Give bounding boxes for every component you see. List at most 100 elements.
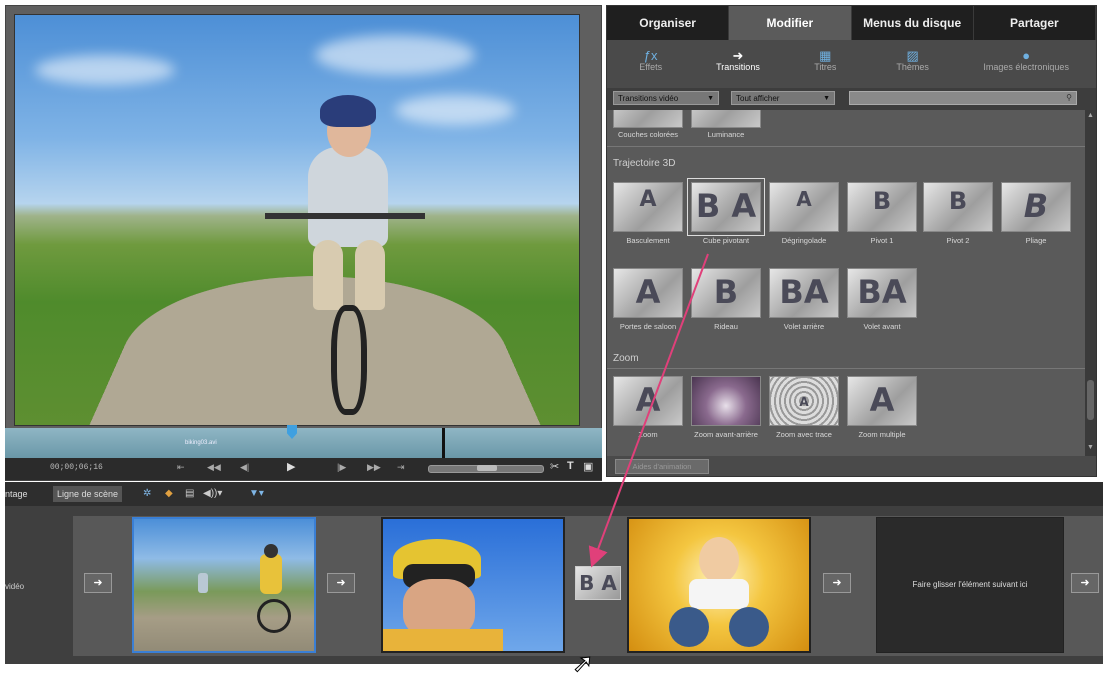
- scrollbar-thumb[interactable]: [1087, 380, 1094, 420]
- panel-footer: Aides d'animation: [607, 456, 1096, 476]
- subtab-titres[interactable]: ▦ Titres: [782, 40, 869, 88]
- transition-thumb[interactable]: [613, 110, 683, 128]
- transition-label: Zoom: [638, 430, 658, 439]
- clip-end-marker[interactable]: [442, 428, 445, 458]
- playhead-marker[interactable]: [287, 425, 297, 439]
- transition-thumb[interactable]: [691, 110, 761, 128]
- transition-label: Pivot 1: [870, 236, 894, 245]
- transition-thumb-volet-arriere[interactable]: BA: [769, 268, 839, 318]
- clip-girl[interactable]: [627, 517, 811, 653]
- subtab-label: Titres: [814, 62, 837, 72]
- transitions-icon: ➜: [732, 48, 744, 63]
- task-tabs: Organiser Modifier Menus du disque Parta…: [607, 6, 1096, 40]
- add-transition-button[interactable]: ➜: [84, 573, 112, 593]
- transition-label: Zoom avant-arrière: [694, 430, 758, 439]
- show-dropdown[interactable]: Tout afficher ▼: [731, 91, 835, 105]
- tab-partager[interactable]: Partager: [973, 6, 1096, 40]
- storyboard-toolbar: ntage Ligne de scène ✲ ◆ ▤ ◀))▾ ▼▾: [5, 482, 1103, 506]
- transition-thumb-rideau[interactable]: B: [691, 268, 761, 318]
- shuttle-slider[interactable]: [428, 465, 544, 473]
- play-icon[interactable]: ▶: [287, 460, 295, 473]
- themes-icon: ▨: [906, 48, 919, 63]
- tab-organiser[interactable]: Organiser: [607, 6, 730, 40]
- transition-thumb-portes-de-saloon[interactable]: A: [613, 268, 683, 318]
- clip-helmet-boy[interactable]: [381, 517, 565, 653]
- subtab-transitions[interactable]: ➜ Transitions: [694, 40, 781, 88]
- subtab-label: Effets: [639, 62, 663, 72]
- tab-ligne-de-scene[interactable]: Ligne de scène: [53, 486, 123, 502]
- scroll-up-icon[interactable]: ▲: [1087, 112, 1094, 119]
- subtab-label: Transitions: [716, 62, 760, 72]
- video-preview[interactable]: [14, 14, 580, 426]
- transition-label: Cube pivotant: [702, 236, 750, 245]
- drop-zone[interactable]: Faire glisser l'élément suivant ici: [876, 517, 1064, 653]
- filter-bar: Transitions vidéo ▼ Tout afficher ▼ ⚲: [607, 88, 1096, 110]
- tab-montage[interactable]: ntage: [1, 486, 32, 502]
- transition-thumb-degringolade[interactable]: A: [769, 182, 839, 232]
- subtab-themes[interactable]: ▨ Thèmes: [869, 40, 956, 88]
- search-icon: ⚲: [1066, 93, 1072, 102]
- rewind-icon[interactable]: ◀◀: [207, 462, 221, 473]
- transition-thumb-volet-avant[interactable]: BA: [847, 268, 917, 318]
- section-title: Zoom: [613, 353, 639, 364]
- transition-thumb-pivot-2[interactable]: B: [923, 182, 993, 232]
- fast-forward-icon[interactable]: ▶▶: [367, 462, 381, 473]
- go-to-end-icon[interactable]: ⇥: [397, 462, 405, 473]
- tab-menus-du-disque[interactable]: Menus du disque: [851, 6, 974, 40]
- tab-modifier[interactable]: Modifier: [729, 6, 852, 40]
- transition-thumb-zoom-avec-trace[interactable]: A: [769, 376, 839, 426]
- clip-biking[interactable]: [132, 517, 316, 653]
- transition-label: Dégringolade: [781, 236, 827, 245]
- transition-label: Basculement: [626, 236, 670, 245]
- subtab-images-electroniques[interactable]: ● Images électroniques: [956, 40, 1096, 88]
- add-transition-button[interactable]: ➜: [1071, 573, 1099, 593]
- transition-thumb-pliage[interactable]: B: [1001, 182, 1071, 232]
- smart-mix-icon[interactable]: ◆: [165, 488, 173, 499]
- transition-thumb-basculement[interactable]: A: [613, 182, 683, 232]
- transition-thumb-cube-pivotant[interactable]: B A: [687, 178, 765, 236]
- scroll-down-icon[interactable]: ▼: [1087, 444, 1094, 451]
- transition-label: Volet arrière: [783, 322, 825, 331]
- transition-label: Zoom multiple: [858, 430, 906, 439]
- step-forward-icon[interactable]: |▶: [337, 462, 346, 473]
- list-view-icon[interactable]: ▤: [185, 488, 194, 499]
- mouse-cursor-icon: ➚: [572, 648, 595, 679]
- gallery-scrollbar[interactable]: ▲ ▼: [1085, 110, 1096, 456]
- freeze-frame-icon[interactable]: ▣: [583, 460, 593, 473]
- transition-thumb-pivot-1[interactable]: B: [847, 182, 917, 232]
- marker-icon[interactable]: ▼▾: [249, 488, 264, 499]
- transition-label: Pliage: [1025, 236, 1047, 245]
- transition-label: Zoom avec trace: [776, 430, 832, 439]
- subtab-effets[interactable]: ƒx Effets: [607, 40, 694, 88]
- monitor-panel: [5, 5, 602, 481]
- transition-label: Couches colorées: [617, 130, 679, 139]
- transition-thumb-zoom[interactable]: A: [613, 376, 683, 426]
- effects-icon: ƒx: [643, 48, 658, 63]
- edit-subtabs: ƒx Effets ➜ Transitions ▦ Titres ▨ Thème…: [607, 40, 1096, 88]
- search-input[interactable]: ⚲: [849, 91, 1077, 105]
- split-clip-icon[interactable]: ✂: [550, 460, 559, 473]
- section-title: Trajectoire 3D: [613, 158, 676, 169]
- category-dropdown[interactable]: Transitions vidéo ▼: [613, 91, 719, 105]
- add-transition-button[interactable]: ➜: [327, 573, 355, 593]
- cube-transition-on-timeline[interactable]: B A: [575, 566, 621, 600]
- task-panel: Organiser Modifier Menus du disque Parta…: [606, 5, 1097, 477]
- titles-icon: ▦: [819, 48, 832, 63]
- add-transition-button[interactable]: ➜: [823, 573, 851, 593]
- audio-icon[interactable]: ◀))▾: [203, 488, 222, 499]
- chevron-down-icon: ▼: [823, 95, 830, 102]
- animation-helper-button[interactable]: Aides d'animation: [615, 459, 709, 474]
- smart-fix-icon[interactable]: ✲: [143, 488, 151, 499]
- transition-thumb-zoom-avant-arriere[interactable]: A: [691, 376, 761, 426]
- step-back-icon[interactable]: ◀|: [240, 462, 249, 473]
- add-text-icon[interactable]: T: [567, 460, 574, 472]
- clip-art-icon: ●: [1022, 48, 1031, 63]
- transport-controls: 00;00;06;16 ⇤ ◀◀ ◀| ▶ |▶ ▶▶ ⇥ ✂ T ▣: [5, 458, 602, 480]
- go-to-start-icon[interactable]: ⇤: [177, 462, 185, 473]
- subtab-label: Images électroniques: [983, 62, 1069, 72]
- clip-name: biking03.avi: [185, 440, 217, 446]
- transition-label: Luminance: [707, 130, 745, 139]
- mini-timeline[interactable]: biking03.avi: [5, 425, 602, 458]
- transition-thumb-zoom-multiple[interactable]: A: [847, 376, 917, 426]
- category-value: Transitions vidéo: [618, 94, 679, 103]
